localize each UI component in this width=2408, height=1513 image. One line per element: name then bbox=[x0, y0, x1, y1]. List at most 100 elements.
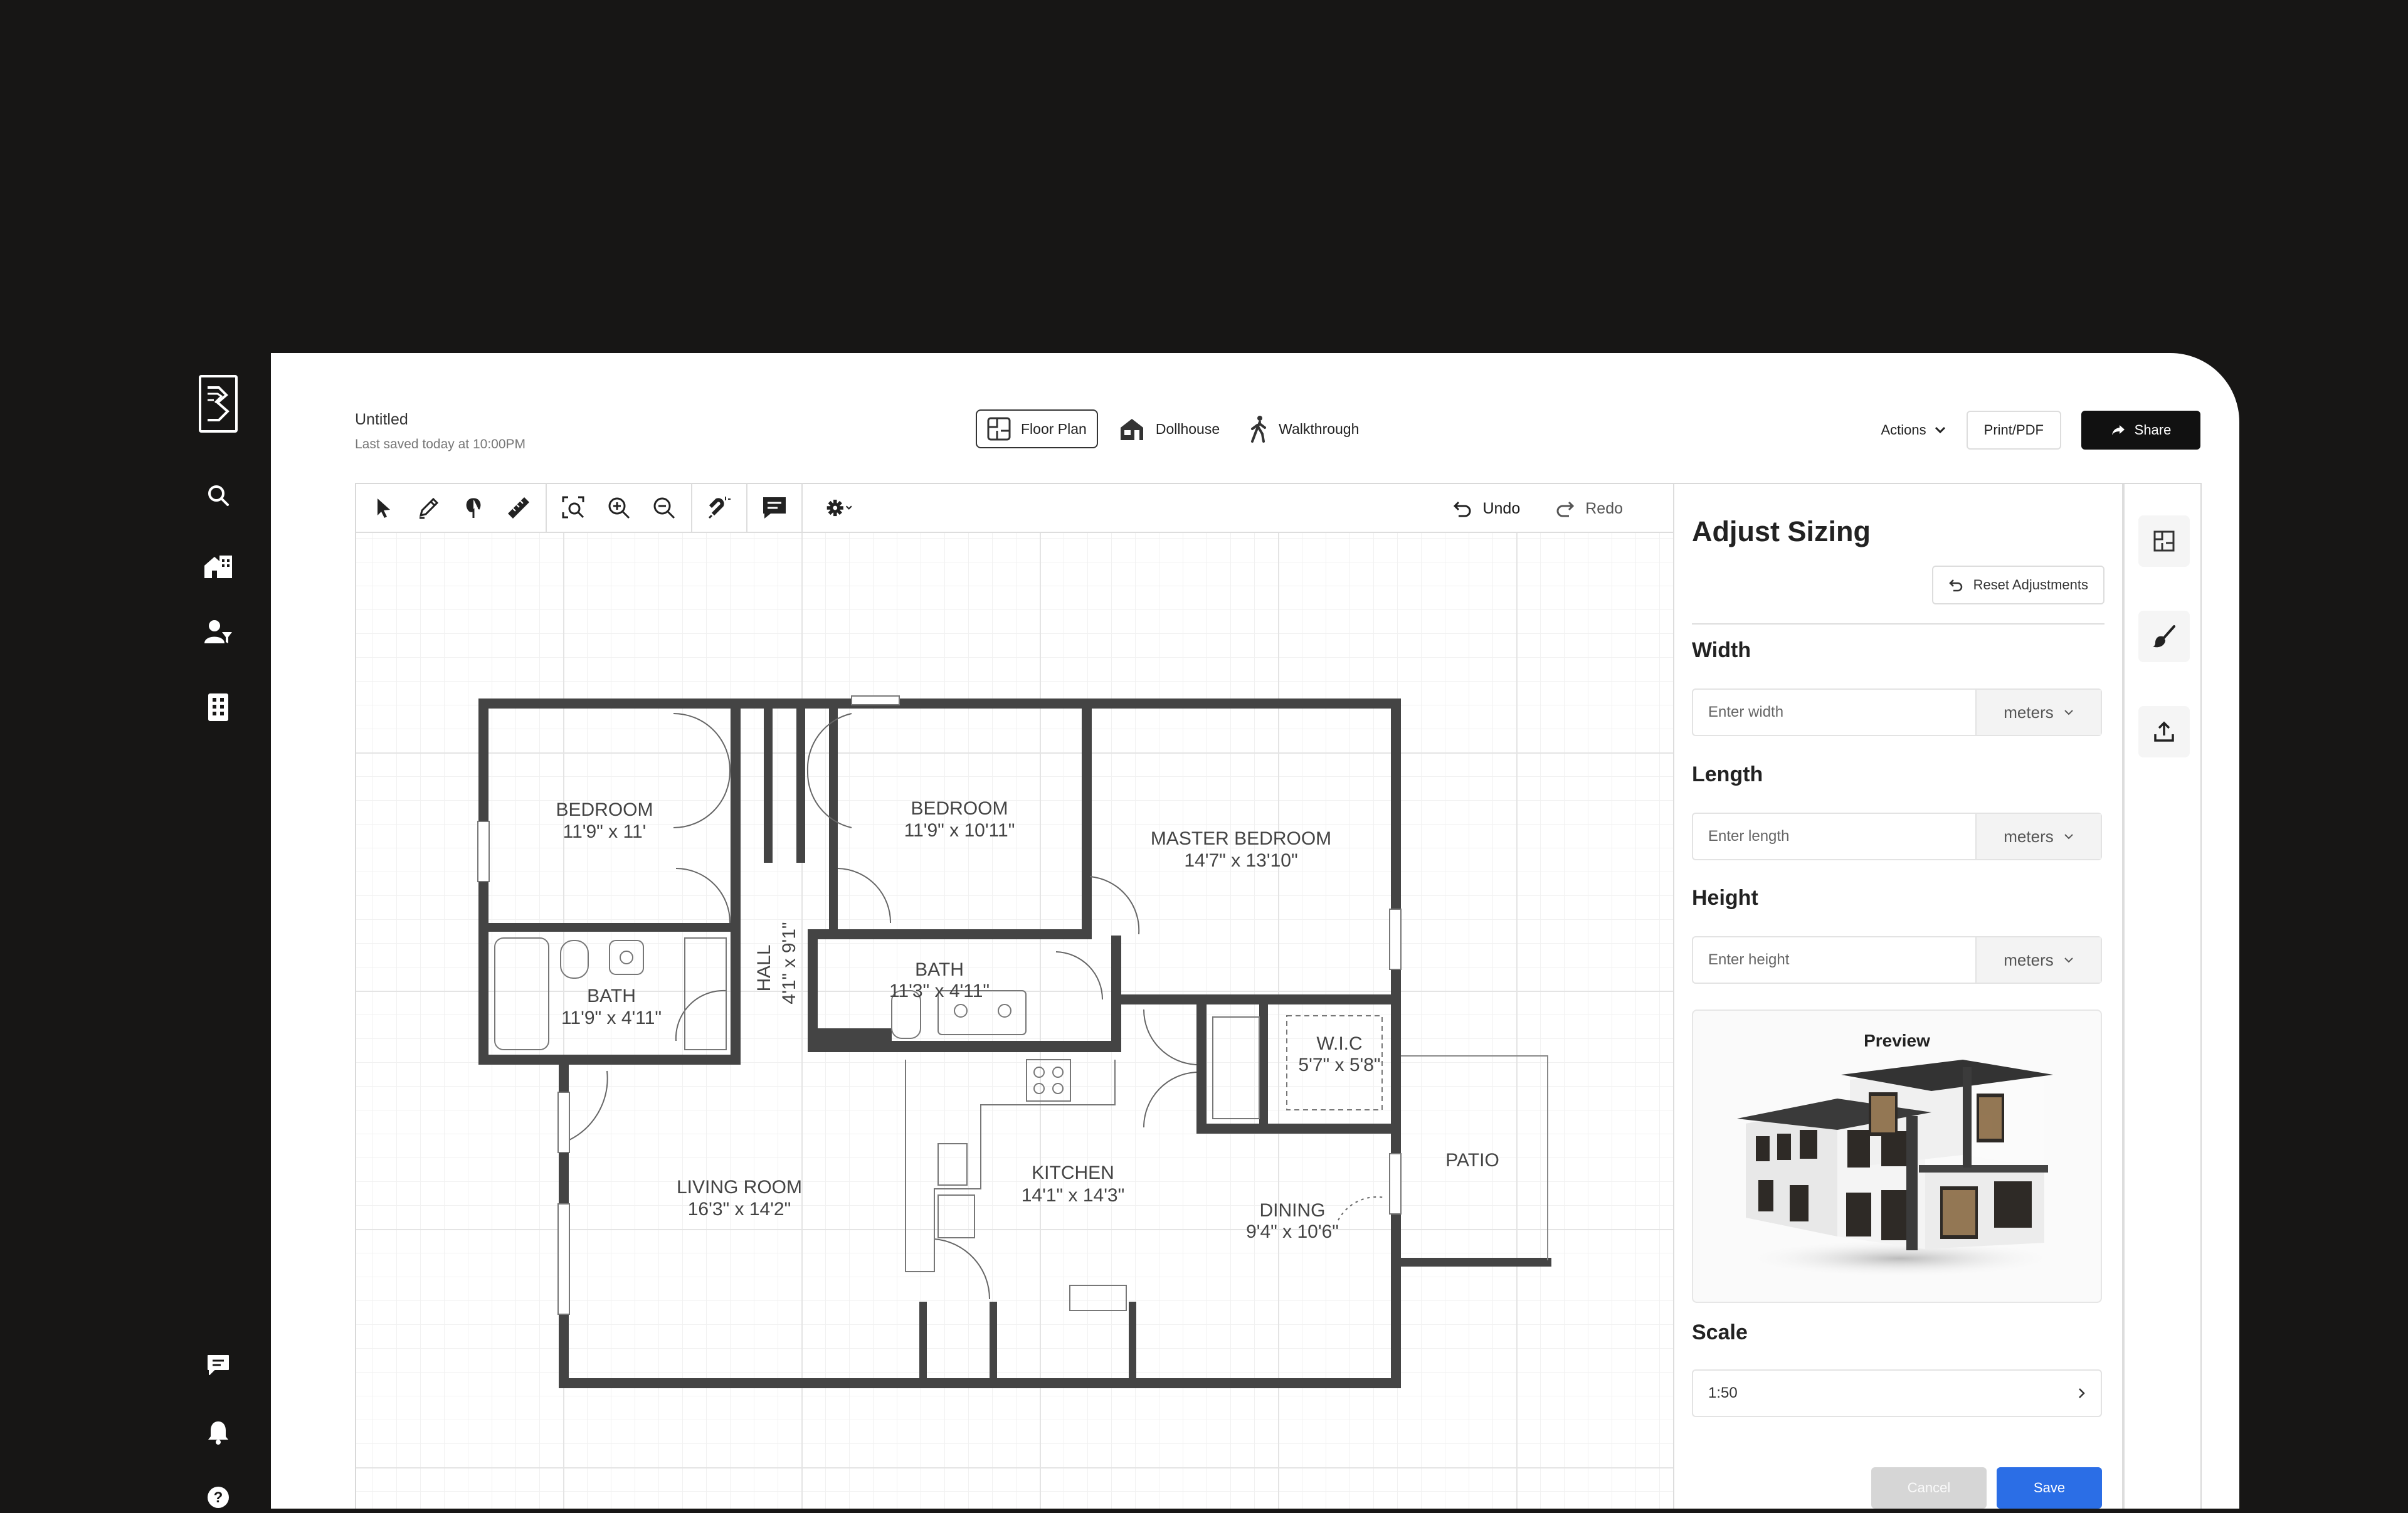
last-saved-text: Last saved today at 10:00PM bbox=[355, 437, 526, 451]
zoom-out-icon[interactable] bbox=[650, 493, 679, 522]
tab-dollhouse[interactable]: Dollhouse bbox=[1108, 409, 1230, 448]
select-cursor-icon[interactable] bbox=[369, 493, 398, 522]
room-size: 11'9" x 4'11" bbox=[561, 1008, 662, 1028]
chevron-down-icon bbox=[2064, 710, 2073, 715]
save-button[interactable]: Save bbox=[1997, 1467, 2102, 1509]
house-icon bbox=[1120, 419, 1143, 440]
scale-value: 1:50 bbox=[1708, 1384, 1738, 1401]
draw-tools bbox=[356, 483, 547, 532]
room-name: MASTER BEDROOM bbox=[1151, 828, 1331, 849]
magnet-snap-icon[interactable] bbox=[705, 493, 734, 522]
properties-icon[interactable] bbox=[203, 550, 234, 581]
height-label: Height bbox=[1692, 886, 1758, 910]
chevron-down-icon bbox=[1935, 426, 1945, 434]
chevron-down-icon bbox=[2064, 834, 2073, 840]
room-name: W.I.C bbox=[1316, 1033, 1362, 1054]
room-name: HALL bbox=[754, 944, 774, 991]
actions-label: Actions bbox=[1881, 422, 1926, 438]
print-pdf-button[interactable]: Print/PDF bbox=[1966, 411, 2061, 450]
zoom-fit-icon[interactable] bbox=[559, 493, 588, 522]
cancel-button[interactable]: Cancel bbox=[1871, 1467, 1987, 1509]
top-actions: Actions Print/PDF Share bbox=[1881, 411, 2200, 450]
adjust-sizing-panel: Adjust Sizing Reset Adjustments Width me… bbox=[1673, 484, 2122, 1509]
height-input[interactable] bbox=[1693, 937, 1975, 983]
width-field: meters bbox=[1692, 688, 2102, 736]
height-unit-select[interactable]: meters bbox=[1975, 937, 2101, 983]
building-icon[interactable] bbox=[203, 692, 234, 723]
zoom-tools bbox=[547, 483, 692, 532]
room-name: BATH bbox=[915, 959, 964, 980]
room-name: BATH bbox=[587, 986, 636, 1006]
history-controls: Undo Redo bbox=[1452, 484, 1623, 533]
snap-tools bbox=[692, 483, 747, 532]
room-name: PATIO bbox=[1445, 1150, 1499, 1171]
upload-icon[interactable] bbox=[2138, 706, 2190, 757]
main-area: Untitled Last saved today at 10:00PM Flo… bbox=[271, 353, 2239, 1509]
view-tabs: Floor Plan Dollhouse Walkthrough bbox=[976, 409, 1379, 448]
chevron-right-icon bbox=[2079, 1388, 2085, 1398]
room-size: 9'4" x 10'6" bbox=[1246, 1221, 1339, 1242]
width-input[interactable] bbox=[1693, 690, 1975, 735]
user-filter-icon[interactable] bbox=[203, 616, 234, 648]
pencil-icon[interactable] bbox=[414, 493, 443, 522]
paint-brush-icon[interactable] bbox=[2138, 611, 2190, 662]
chat-icon[interactable] bbox=[203, 1349, 234, 1380]
room-size: 4'1" x 9'1" bbox=[779, 922, 800, 1004]
ruler-icon[interactable] bbox=[504, 493, 533, 522]
undo-button[interactable]: Undo bbox=[1452, 500, 1520, 518]
app-window: ? Untitled Last saved today at 10:00PM F… bbox=[170, 353, 2239, 1509]
floor-plan-canvas[interactable]: BEDROOM 11'9" x 11' BEDROOM 11'9" x 10'1… bbox=[356, 533, 1673, 1509]
actions-dropdown[interactable]: Actions bbox=[1881, 422, 1946, 438]
workspace: Undo Redo BEDROOM 11'9" x 11' BEDROOM 11… bbox=[355, 483, 2202, 1509]
scale-label: Scale bbox=[1692, 1321, 1748, 1344]
reset-label: Reset Adjustments bbox=[1973, 577, 2088, 593]
length-input[interactable] bbox=[1693, 814, 1975, 859]
search-icon[interactable] bbox=[203, 480, 234, 511]
reset-adjustments-button[interactable]: Reset Adjustments bbox=[1931, 566, 2104, 604]
paint-fill-icon[interactable] bbox=[459, 493, 488, 522]
comment-tools bbox=[747, 483, 803, 532]
share-label: Share bbox=[2134, 422, 2172, 438]
undo-label: Undo bbox=[1482, 499, 1521, 517]
floor-plan-layout-icon[interactable] bbox=[2138, 515, 2190, 567]
share-button[interactable]: Share bbox=[2081, 411, 2200, 450]
tab-walkthrough-label: Walkthrough bbox=[1279, 420, 1360, 437]
tab-walkthrough[interactable]: Walkthrough bbox=[1240, 409, 1369, 448]
floor-plan-icon bbox=[987, 417, 1011, 441]
room-size: 11'9" x 11' bbox=[563, 821, 647, 842]
gear-icon bbox=[826, 499, 852, 517]
undo-icon bbox=[1948, 579, 1962, 592]
bell-icon[interactable] bbox=[203, 1416, 234, 1448]
length-unit-select[interactable]: meters bbox=[1975, 814, 2101, 859]
svg-text:?: ? bbox=[214, 1489, 223, 1506]
redo-label: Redo bbox=[1585, 499, 1623, 517]
zoom-in-icon[interactable] bbox=[605, 493, 633, 522]
chevron-down-icon bbox=[2064, 957, 2073, 963]
walking-person-icon bbox=[1251, 416, 1267, 443]
document-title[interactable]: Untitled bbox=[355, 411, 408, 429]
settings-tools bbox=[803, 483, 878, 532]
room-size: 5'7" x 5'8" bbox=[1298, 1055, 1380, 1075]
height-unit-label: meters bbox=[2004, 950, 2054, 969]
redo-icon bbox=[1556, 501, 1575, 517]
preview-card: Preview bbox=[1692, 1010, 2102, 1303]
sidebar: ? bbox=[170, 353, 271, 1509]
redo-button[interactable]: Redo bbox=[1555, 500, 1623, 518]
room-size: 14'1" x 14'3" bbox=[1022, 1185, 1125, 1206]
tab-floor-plan[interactable]: Floor Plan bbox=[976, 409, 1098, 448]
settings-dropdown[interactable] bbox=[815, 493, 865, 522]
editor-toolbar: Undo Redo bbox=[356, 483, 1673, 533]
scale-select[interactable]: 1:50 bbox=[1692, 1369, 2102, 1417]
width-unit-label: meters bbox=[2004, 702, 2054, 722]
width-unit-select[interactable]: meters bbox=[1975, 690, 2101, 735]
room-name: DINING bbox=[1260, 1200, 1326, 1221]
comment-icon[interactable] bbox=[760, 493, 789, 522]
room-size: 14'7" x 13'10" bbox=[1184, 850, 1297, 871]
room-name: BEDROOM bbox=[911, 798, 1008, 819]
share-arrow-icon bbox=[2111, 425, 2125, 435]
app-logo[interactable] bbox=[199, 375, 238, 433]
room-name: LIVING ROOM bbox=[677, 1177, 802, 1198]
logo-icon bbox=[208, 386, 230, 421]
height-field: meters bbox=[1692, 936, 2102, 984]
length-label: Length bbox=[1692, 762, 1763, 786]
